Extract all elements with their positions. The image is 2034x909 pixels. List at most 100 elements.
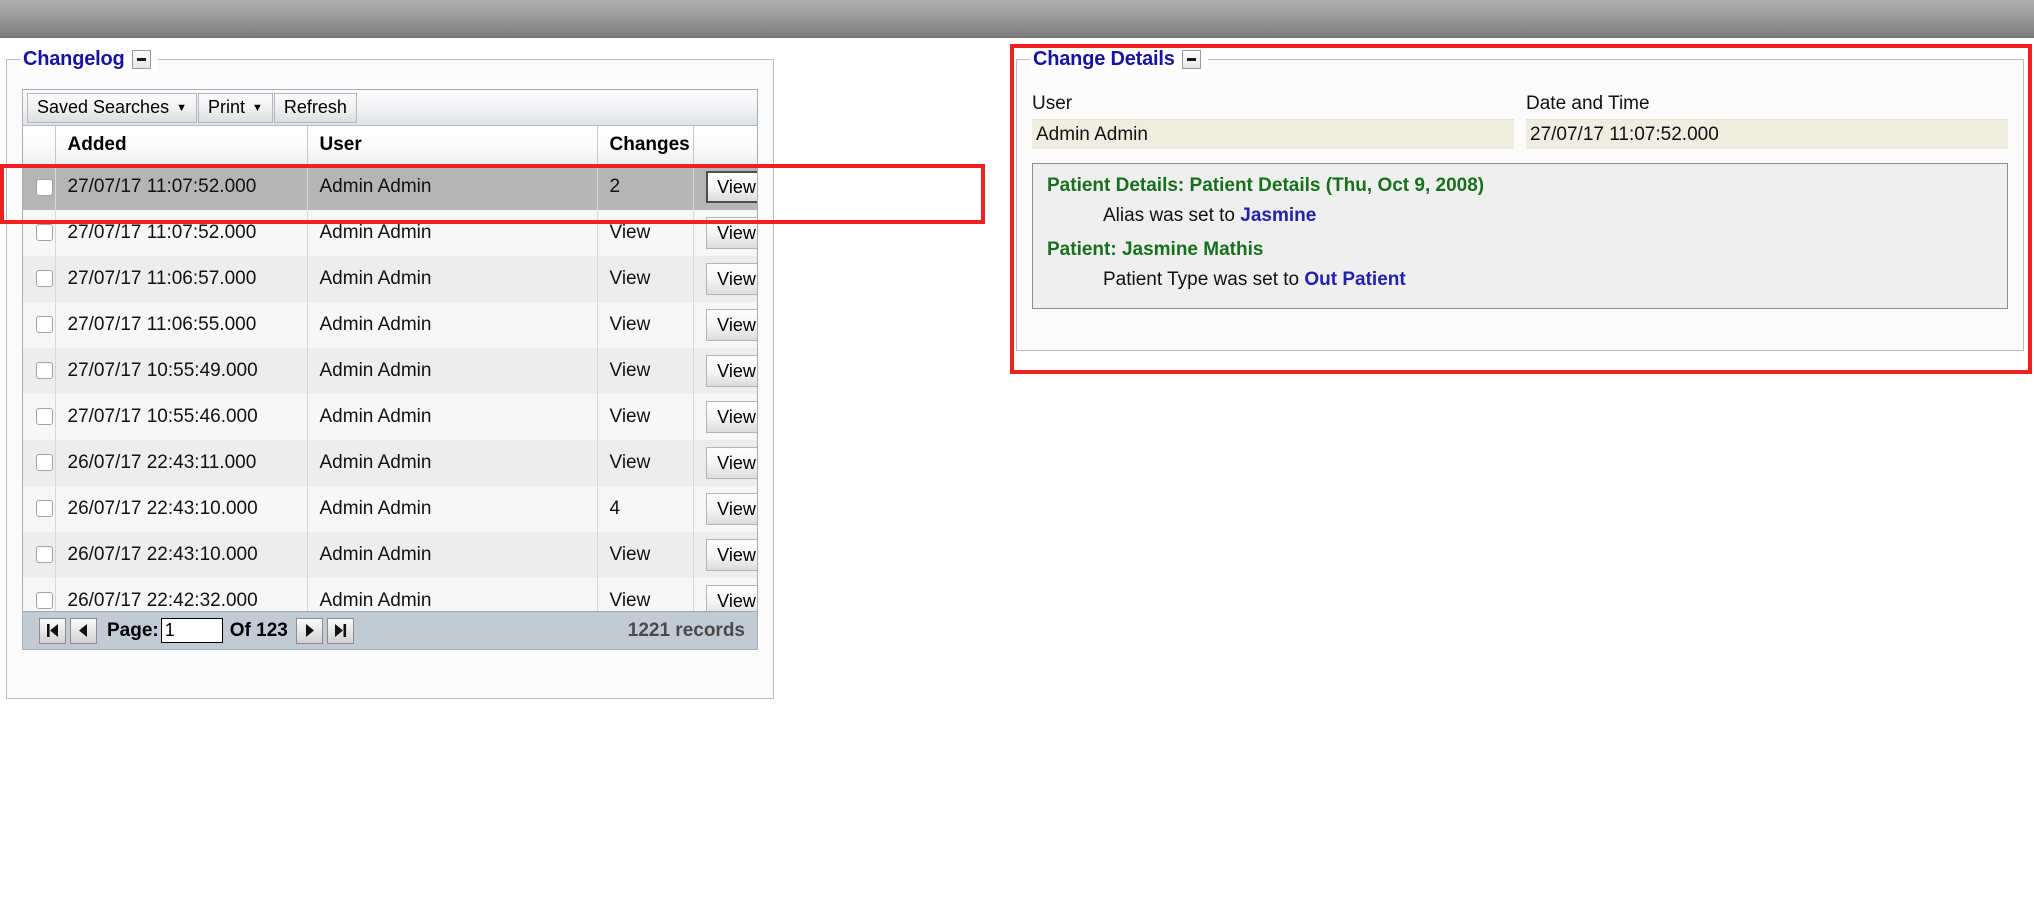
change-details-meta-row: User Admin Admin Date and Time 27/07/17 … bbox=[1032, 93, 2008, 149]
row-checkbox-cell[interactable] bbox=[23, 486, 56, 532]
table-row[interactable]: 26/07/17 22:43:11.000 Admin Admin View View bbox=[23, 440, 757, 486]
change-entries-box: Patient Details: Patient Details (Thu, O… bbox=[1032, 163, 2008, 309]
change-entry-value: Jasmine bbox=[1240, 205, 1317, 226]
print-button[interactable]: Print ▼ bbox=[197, 92, 273, 123]
cell-changes: 2 bbox=[597, 164, 694, 210]
row-checkbox-cell[interactable] bbox=[23, 532, 56, 578]
row-checkbox[interactable] bbox=[36, 500, 54, 518]
saved-searches-button[interactable]: Saved Searches ▼ bbox=[27, 92, 197, 123]
cell-added: 26/07/17 22:43:10.000 bbox=[55, 486, 308, 532]
view-button[interactable]: View bbox=[705, 217, 757, 249]
cell-added: 26/07/17 22:43:11.000 bbox=[55, 440, 308, 486]
table-row[interactable]: 27/07/17 11:06:57.000 Admin Admin View View bbox=[23, 256, 757, 302]
change-entry-value: Out Patient bbox=[1304, 269, 1406, 290]
column-header-added[interactable]: Added bbox=[55, 126, 308, 165]
page-total-label: Of 123 bbox=[229, 619, 288, 641]
table-row[interactable]: 26/07/17 22:43:10.000 Admin Admin View View bbox=[23, 532, 757, 578]
row-checkbox-cell[interactable] bbox=[23, 256, 56, 302]
cell-user: Admin Admin bbox=[307, 486, 598, 532]
cell-added: 27/07/17 11:07:52.000 bbox=[55, 210, 308, 256]
table-row[interactable]: 27/07/17 11:07:52.000 Admin Admin 2 View bbox=[23, 164, 757, 210]
datetime-label: Date and Time bbox=[1526, 93, 1650, 114]
cell-user: Admin Admin bbox=[307, 164, 598, 210]
change-entry-heading: Patient Details: Patient Details (Thu, O… bbox=[1047, 175, 1485, 196]
first-page-icon[interactable] bbox=[39, 617, 66, 644]
column-header-changes[interactable]: Changes bbox=[597, 126, 694, 165]
top-chrome-bar bbox=[0, 0, 2034, 38]
view-button[interactable]: View bbox=[705, 263, 757, 295]
row-checkbox-cell[interactable] bbox=[23, 302, 56, 348]
page-number-input[interactable] bbox=[160, 618, 223, 643]
cell-changes: View bbox=[597, 532, 694, 578]
next-page-icon[interactable] bbox=[295, 617, 323, 644]
row-checkbox[interactable] bbox=[36, 270, 54, 288]
cell-user: Admin Admin bbox=[307, 210, 598, 256]
changelog-grid: Saved Searches ▼ Print ▼ Refresh Added U… bbox=[22, 89, 758, 650]
row-checkbox[interactable] bbox=[36, 316, 54, 334]
view-button[interactable]: View bbox=[705, 447, 757, 479]
change-details-panel: Change Details User Admin Admin Date and… bbox=[1016, 46, 2024, 351]
change-entry-text: Alias was set to bbox=[1103, 205, 1241, 226]
user-field: User Admin Admin bbox=[1032, 93, 1514, 149]
change-details-title: Change Details bbox=[1033, 47, 1175, 70]
grid-pagination-footer: Page: Of 123 1221 records bbox=[23, 611, 757, 649]
row-checkbox[interactable] bbox=[36, 224, 54, 242]
cell-user: Admin Admin bbox=[307, 440, 598, 486]
cell-user: Admin Admin bbox=[307, 302, 598, 348]
cell-action: View bbox=[693, 486, 757, 532]
row-checkbox[interactable] bbox=[36, 454, 54, 472]
row-checkbox[interactable] bbox=[36, 546, 54, 564]
cell-action: View bbox=[693, 210, 757, 256]
table-row[interactable]: 27/07/17 11:06:55.000 Admin Admin View View bbox=[23, 302, 757, 348]
column-header-user[interactable]: User bbox=[307, 126, 598, 165]
change-entry-line: Alias was set to Jasmine bbox=[1047, 205, 1993, 227]
view-button[interactable]: View bbox=[705, 493, 757, 525]
cell-action: View bbox=[693, 256, 757, 302]
view-button[interactable]: View bbox=[705, 401, 757, 433]
table-row[interactable]: 27/07/17 10:55:49.000 Admin Admin View View bbox=[23, 348, 757, 394]
row-checkbox[interactable] bbox=[36, 362, 54, 380]
row-checkbox[interactable] bbox=[36, 178, 54, 196]
view-button[interactable]: View bbox=[705, 309, 757, 341]
row-checkbox[interactable] bbox=[36, 408, 54, 426]
cell-added: 27/07/17 11:06:57.000 bbox=[55, 256, 308, 302]
cell-changes: View bbox=[597, 348, 694, 394]
view-button[interactable]: View bbox=[705, 171, 757, 204]
cell-action: View bbox=[693, 348, 757, 394]
datetime-value: 27/07/17 11:07:52.000 bbox=[1526, 119, 2008, 149]
saved-searches-label: Saved Searches bbox=[37, 97, 170, 117]
minus-icon[interactable] bbox=[131, 49, 151, 69]
records-count-label: 1221 records bbox=[627, 619, 745, 641]
last-page-icon[interactable] bbox=[326, 617, 354, 644]
changelog-panel: Changelog Saved Searches ▼ Print ▼ Refre… bbox=[6, 46, 774, 699]
table-row[interactable]: 26/07/17 22:43:10.000 Admin Admin 4 View bbox=[23, 486, 757, 532]
row-checkbox-cell[interactable] bbox=[23, 394, 56, 440]
row-checkbox-cell[interactable] bbox=[23, 210, 56, 256]
table-row[interactable]: 27/07/17 10:55:46.000 Admin Admin View View bbox=[23, 394, 757, 440]
change-entry-line: Patient Type was set to Out Patient bbox=[1047, 269, 1993, 291]
page-label: Page: bbox=[107, 619, 159, 641]
view-button[interactable]: View bbox=[705, 355, 757, 387]
cell-changes: View bbox=[597, 394, 694, 440]
cell-action: View bbox=[693, 164, 757, 210]
cell-user: Admin Admin bbox=[307, 256, 598, 302]
changelog-table-body: 27/07/17 11:07:52.000 Admin Admin 2 View 27/… bbox=[23, 164, 757, 624]
changelog-legend: Changelog bbox=[20, 46, 158, 72]
previous-page-icon[interactable] bbox=[70, 617, 97, 644]
cell-added: 27/07/17 10:55:49.000 bbox=[55, 348, 308, 394]
cell-user: Admin Admin bbox=[307, 348, 598, 394]
select-all-header[interactable] bbox=[23, 126, 56, 165]
user-value: Admin Admin bbox=[1032, 119, 1514, 149]
refresh-button[interactable]: Refresh bbox=[273, 92, 357, 123]
row-checkbox-cell[interactable] bbox=[23, 348, 56, 394]
cell-changes: View bbox=[597, 440, 694, 486]
row-checkbox-cell[interactable] bbox=[23, 164, 56, 210]
cell-added: 27/07/17 11:07:52.000 bbox=[55, 164, 308, 210]
view-button[interactable]: View bbox=[705, 539, 757, 571]
row-checkbox[interactable] bbox=[36, 592, 54, 610]
minus-icon[interactable] bbox=[1181, 49, 1201, 69]
table-row[interactable]: 27/07/17 11:07:52.000 Admin Admin View View bbox=[23, 210, 757, 256]
row-checkbox-cell[interactable] bbox=[23, 440, 56, 486]
cell-user: Admin Admin bbox=[307, 394, 598, 440]
chevron-down-icon: ▼ bbox=[176, 102, 187, 114]
